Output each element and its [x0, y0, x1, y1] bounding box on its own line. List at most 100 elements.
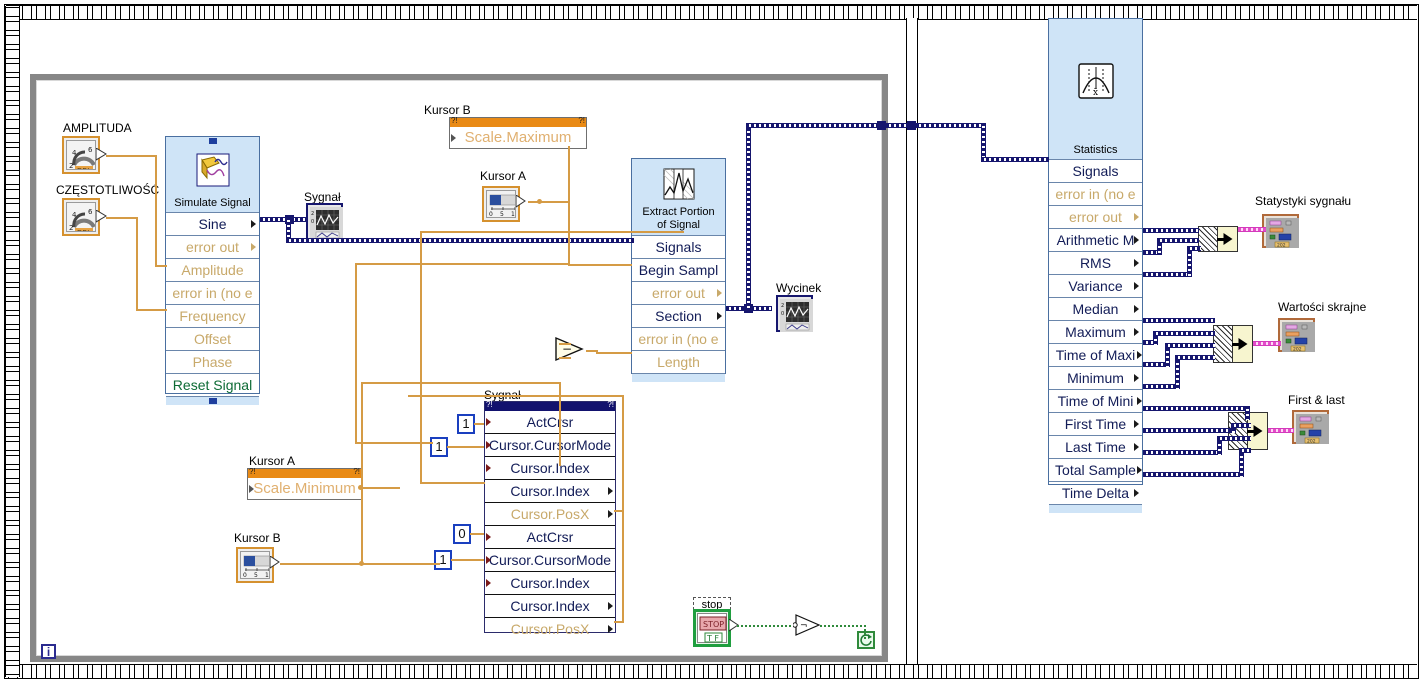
prop-row-cursorindex-2out[interactable]: Cursor.Index [485, 594, 615, 617]
terminal-time-delta[interactable]: Time Delta [1049, 481, 1142, 504]
terminal-total-samples[interactable]: Total Sample [1049, 458, 1142, 481]
terminal-section[interactable]: Section [632, 304, 725, 327]
kursor-b-scale-maximum-node[interactable]: Scale.Maximum [449, 116, 587, 149]
stop-button-terminal[interactable]: STOP T F [693, 609, 731, 647]
prop-row-actcrsr-1[interactable]: ActCrsr [485, 411, 615, 433]
kursor-a-slider-terminal[interactable]: 0 5 10 DBL [482, 186, 520, 222]
terminal-time-of-minimum-label: Time of Mini [1057, 393, 1134, 409]
terminal-amplitude[interactable]: Amplitude [166, 258, 259, 281]
prop-row-actcrsr-2[interactable]: ActCrsr [485, 525, 615, 548]
prop-row-cursorindex-1out[interactable]: Cursor.Index [485, 479, 615, 502]
merge-signals-node-2[interactable] [1213, 325, 1253, 363]
sygnal-graph-indicator[interactable]: 2 0 [306, 203, 343, 240]
subtract-function[interactable]: − [553, 335, 587, 368]
terminal-phase[interactable]: Phase [166, 350, 259, 373]
wire-section-up [746, 123, 751, 308]
terminal-extract-error-in-label: error in (no e [638, 331, 719, 347]
kursor-a-slider-icon: 0 5 10 DBL [486, 190, 516, 218]
prop-row-actcrsr-1-label: ActCrsr [526, 414, 574, 430]
merge-signals-node-1[interactable] [1198, 226, 1238, 252]
constant-cursormode-2-value: 1 [439, 552, 447, 567]
terminal-stat-signals-label: Signals [1072, 163, 1119, 179]
not-function[interactable]: ¬ [792, 612, 825, 643]
prop-row-cursormode-1[interactable]: Cursor.CursorMode [485, 433, 615, 456]
prop-row-cursorindex-1in[interactable]: Cursor.Index [485, 456, 615, 479]
czestotliwosc-knob-terminal[interactable]: 4 6 2 DBL [62, 198, 100, 236]
terminal-extract-error-out[interactable]: error out [632, 281, 725, 304]
merge-3-arrow-icon [1246, 413, 1267, 449]
wire-timemin-out [1143, 384, 1179, 389]
svg-text:202: 202 [1293, 347, 1302, 353]
prop-row-actcrsr-1-arrow [486, 418, 491, 426]
terminal-sim-error-in[interactable]: error in (no e [166, 281, 259, 304]
terminal-extract-signals[interactable]: Signals [632, 235, 725, 258]
wartosci-skrajne-indicator[interactable]: 202 [1278, 318, 1315, 353]
constant-actcrsr-2[interactable]: 0 [453, 524, 471, 544]
while-loop-structure[interactable] [30, 74, 888, 662]
terminal-rms[interactable]: RMS [1049, 251, 1142, 274]
czestotliwosc-knob-icon: 4 6 2 DBL [66, 202, 96, 232]
terminal-time-of-minimum[interactable]: Time of Mini [1049, 389, 1142, 412]
terminal-minimum[interactable]: Minimum [1049, 366, 1142, 389]
prop-row-cursormode-1-label: Cursor.CursorMode [488, 437, 612, 453]
statistics-icon: x̄ [1049, 19, 1142, 143]
prop-row-cursormode-2[interactable]: Cursor.CursorMode [485, 548, 615, 571]
terminal-first-time[interactable]: First Time [1049, 412, 1142, 435]
terminal-offset[interactable]: Offset [166, 327, 259, 350]
terminal-begin-sample[interactable]: Begin Sampl [632, 258, 725, 281]
wycinek-graph-indicator[interactable]: 2 0 [776, 295, 813, 332]
prop-row-cursorposx-1[interactable]: Cursor.PosX [485, 502, 615, 525]
wire-sine-out [260, 217, 308, 222]
wire-long-v-1 [355, 263, 357, 443]
extract-portion-of-signal-vi[interactable]: Extract Portion of Signal Signals Begin … [631, 158, 726, 382]
info-badge[interactable]: i [41, 644, 56, 659]
prop-row-cursorindex-2in[interactable]: Cursor.Index [485, 571, 615, 594]
terminal-variance[interactable]: Variance [1049, 274, 1142, 297]
kursor-b-slider-terminal[interactable]: 0 5 10 DBL [236, 547, 274, 583]
loop-condition-terminal[interactable] [857, 631, 875, 649]
wire-kursorb-max-v [568, 146, 570, 202]
simulate-signal-vi[interactable]: Simulate Signal Sine error out Amplitude… [165, 136, 260, 405]
terminal-variance-arrow [1134, 282, 1139, 290]
terminal-time-of-maximum[interactable]: Time of Maxi [1049, 343, 1142, 366]
terminal-stat-signals[interactable]: Signals [1049, 159, 1142, 182]
statistics-vi[interactable]: x̄ Statistics Signals error in (no e err… [1048, 18, 1143, 513]
constant-cursormode-1[interactable]: 1 [430, 437, 448, 457]
terminal-length[interactable]: Length [632, 350, 725, 373]
wire-section-to-statistics [981, 157, 1049, 162]
terminal-arithmetic-mean[interactable]: Arithmetic M [1049, 228, 1142, 251]
pane-divider[interactable] [906, 18, 918, 664]
terminal-sine[interactable]: Sine [166, 212, 259, 235]
first-and-last-indicator[interactable]: 202 [1292, 410, 1329, 445]
terminal-last-time[interactable]: Last Time [1049, 435, 1142, 458]
amplituda-knob-terminal[interactable]: 4 6 2 DBL [62, 136, 105, 174]
statystyki-sygnalu-label: Statystyki sygnału [1255, 194, 1352, 208]
terminal-sim-error-out-label: error out [186, 239, 239, 255]
prop-row-cursorposx-2[interactable]: Cursor.PosX [485, 617, 615, 640]
terminal-stat-error-in[interactable]: error in (no e [1049, 182, 1142, 205]
svg-text:5: 5 [254, 572, 258, 579]
terminal-reset-signal[interactable]: Reset Signal [166, 373, 259, 396]
wire-junction-loop-tunnel-a [877, 121, 886, 130]
wire-timedelta-out [1143, 472, 1243, 477]
kursor-a-scale-minimum-row[interactable]: Scale.Minimum [248, 478, 361, 500]
terminal-frequency[interactable]: Frequency [166, 304, 259, 327]
constant-cursormode-2[interactable]: 1 [434, 550, 452, 570]
kursor-b-scale-maximum-row[interactable]: Scale.Maximum [450, 127, 586, 149]
terminal-extract-error-in[interactable]: error in (no e [632, 327, 725, 350]
terminal-median[interactable]: Median [1049, 297, 1142, 320]
prop-row-cursormode-2-arrow [486, 556, 491, 564]
terminal-stat-error-out-arrow [1134, 213, 1139, 221]
sygnal-property-node[interactable]: ActCrsr Cursor.CursorMode Cursor.Index C… [484, 400, 616, 637]
kursor-a-scale-minimum-node[interactable]: Scale.Minimum [247, 467, 362, 500]
wire-czest-h2 [136, 309, 167, 311]
terminal-stat-error-out[interactable]: error out [1049, 205, 1142, 228]
svg-text:2: 2 [311, 211, 314, 217]
svg-text:x̄: x̄ [1093, 88, 1098, 98]
svg-text:4: 4 [72, 211, 77, 219]
constant-actcrsr-1[interactable]: 1 [457, 414, 475, 434]
terminal-sim-error-out[interactable]: error out [166, 235, 259, 258]
terminal-maximum[interactable]: Maximum [1049, 320, 1142, 343]
statystyki-sygnalu-indicator[interactable]: 202 [1262, 214, 1299, 249]
constant-cursormode-1-value: 1 [435, 439, 443, 454]
